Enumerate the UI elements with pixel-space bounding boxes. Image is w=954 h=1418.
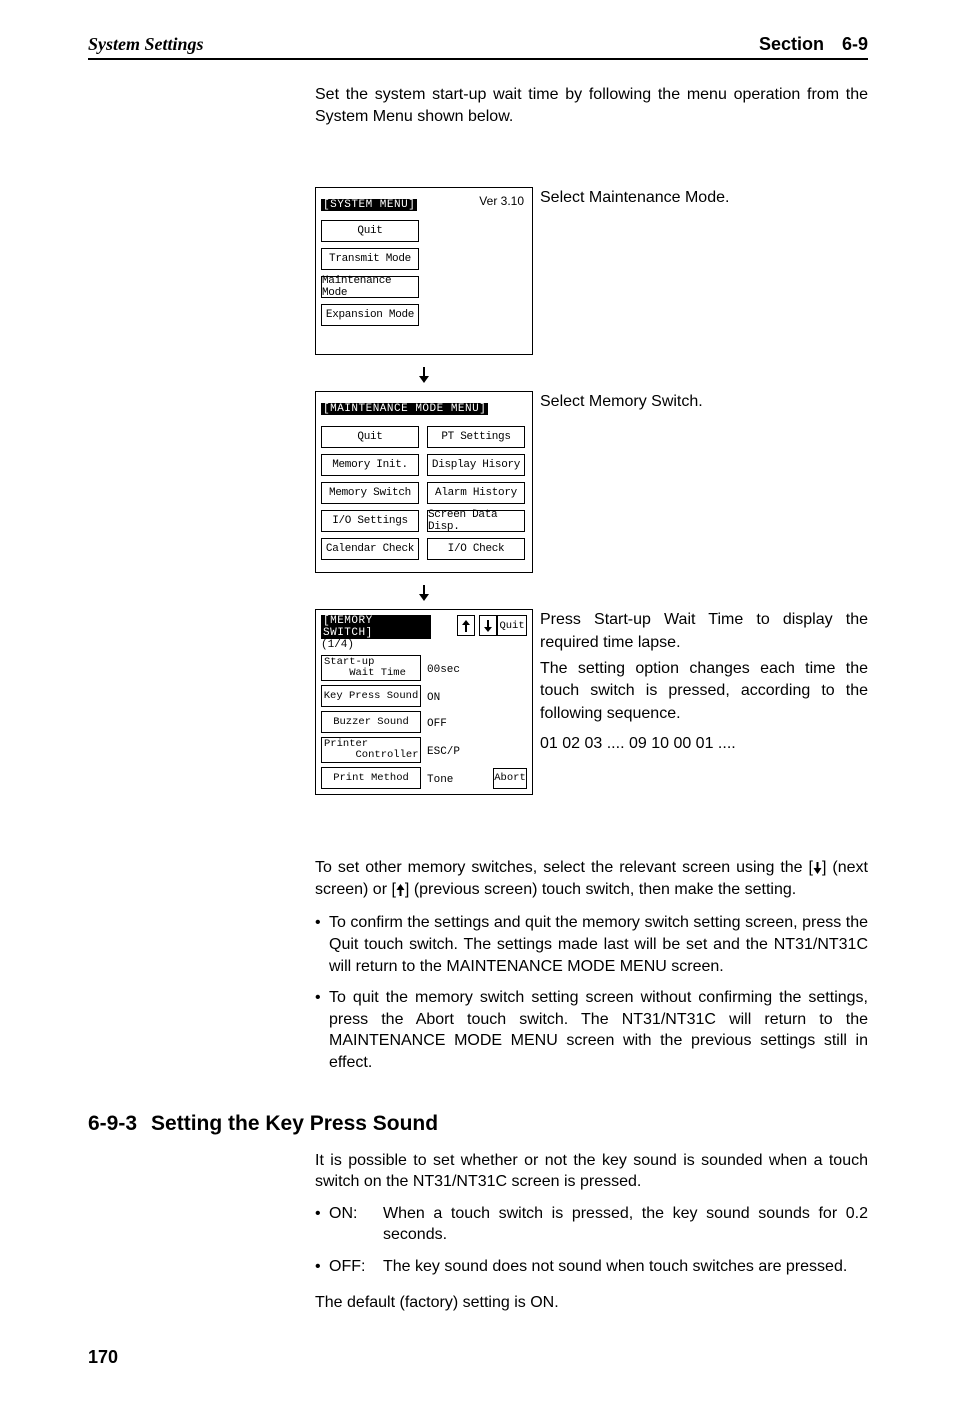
memory-switch-title: [MEMORY SWITCH] bbox=[321, 615, 431, 639]
memory-init-button[interactable]: Memory Init. bbox=[321, 454, 419, 476]
printer-controller-button[interactable]: Printer Controller bbox=[321, 737, 421, 763]
startup-wait-time-button[interactable]: Start-up Wait Time bbox=[321, 655, 421, 681]
arrow-down-icon bbox=[315, 585, 533, 603]
buzzer-sound-value: OFF bbox=[427, 714, 447, 730]
memory-switch-panel: [MEMORY SWITCH] (1/4) Quit bbox=[315, 609, 533, 795]
ms-quit-button[interactable]: Quit bbox=[497, 615, 527, 636]
system-menu-panel: [SYSTEM MENU] Ver 3.10 Quit Transmit Mod… bbox=[315, 187, 533, 355]
printer-controller-value: ESC/P bbox=[427, 742, 460, 758]
transmit-mode-button[interactable]: Transmit Mode bbox=[321, 248, 419, 270]
screen-data-disp-button[interactable]: Screen Data Disp. bbox=[427, 510, 525, 532]
maintenance-menu-panel: [MAINTENANCE MODE MENU] Quit PT Settings… bbox=[315, 391, 533, 573]
bullet-icon: • bbox=[315, 912, 329, 977]
print-method-value: Tone bbox=[427, 770, 453, 786]
page-down-button[interactable] bbox=[479, 615, 497, 636]
on-row: ON: When a touch switch is pressed, the … bbox=[329, 1203, 868, 1246]
io-settings-button[interactable]: I/O Settings bbox=[321, 510, 419, 532]
version-label: Ver 3.10 bbox=[479, 194, 524, 208]
subsection-heading: 6-9-3Setting the Key Press Sound bbox=[88, 1112, 868, 1136]
maintenance-menu-title: [MAINTENANCE MODE MENU] bbox=[321, 403, 488, 415]
header-section: Section6-9 bbox=[759, 34, 868, 55]
display-history-button[interactable]: Display Hisory bbox=[427, 454, 525, 476]
memory-switch-button[interactable]: Memory Switch bbox=[321, 482, 419, 504]
fig3-note-1: Press Start-up Wait Time to display the … bbox=[540, 609, 868, 654]
fig2-note: Select Memory Switch. bbox=[540, 391, 868, 573]
key-press-sound-button[interactable]: Key Press Sound bbox=[321, 685, 421, 707]
quit-button[interactable]: Quit bbox=[321, 220, 419, 242]
intro-text: Set the system start-up wait time by fol… bbox=[315, 84, 868, 127]
key-press-sound-value: ON bbox=[427, 688, 440, 704]
buzzer-sound-button[interactable]: Buzzer Sound bbox=[321, 711, 421, 733]
fig3-note-2: The setting option changes each time the… bbox=[540, 658, 868, 725]
bullet-icon: • bbox=[315, 1256, 329, 1278]
after-fig-p1: To set other memory switches, select the… bbox=[315, 857, 868, 900]
page-up-button[interactable] bbox=[457, 615, 475, 636]
arrow-down-icon bbox=[315, 367, 533, 385]
io-check-button[interactable]: I/O Check bbox=[427, 538, 525, 560]
bullet-icon: • bbox=[315, 1203, 329, 1246]
header-title: System Settings bbox=[88, 34, 204, 55]
maint-quit-button[interactable]: Quit bbox=[321, 426, 419, 448]
memory-switch-page: (1/4) bbox=[321, 639, 431, 651]
fig1-note: Select Maintenance Mode. bbox=[540, 187, 868, 355]
sub-footer: The default (factory) setting is ON. bbox=[315, 1292, 868, 1314]
sub-intro: It is possible to set whether or not the… bbox=[315, 1150, 868, 1193]
calendar-check-button[interactable]: Calendar Check bbox=[321, 538, 419, 560]
bullet-2: To quit the memory switch setting screen… bbox=[329, 987, 868, 1073]
bullet-1: To confirm the settings and quit the mem… bbox=[329, 912, 868, 977]
print-method-button[interactable]: Print Method bbox=[321, 767, 421, 789]
ms-abort-button[interactable]: Abort bbox=[493, 768, 527, 789]
alarm-history-button[interactable]: Alarm History bbox=[427, 482, 525, 504]
off-row: OFF: The key sound does not sound when t… bbox=[329, 1256, 868, 1278]
expansion-mode-button[interactable]: Expansion Mode bbox=[321, 304, 419, 326]
fig3-note-3: 01 02 03 .... 09 10 00 01 .... bbox=[540, 733, 868, 755]
bullet-icon: • bbox=[315, 987, 329, 1073]
pt-settings-button[interactable]: PT Settings bbox=[427, 426, 525, 448]
system-menu-title: [SYSTEM MENU] bbox=[321, 199, 417, 211]
page-number: 170 bbox=[88, 1347, 868, 1368]
startup-wait-time-value: 00sec bbox=[427, 660, 460, 676]
maintenance-mode-button[interactable]: Maintenance Mode bbox=[321, 276, 419, 298]
